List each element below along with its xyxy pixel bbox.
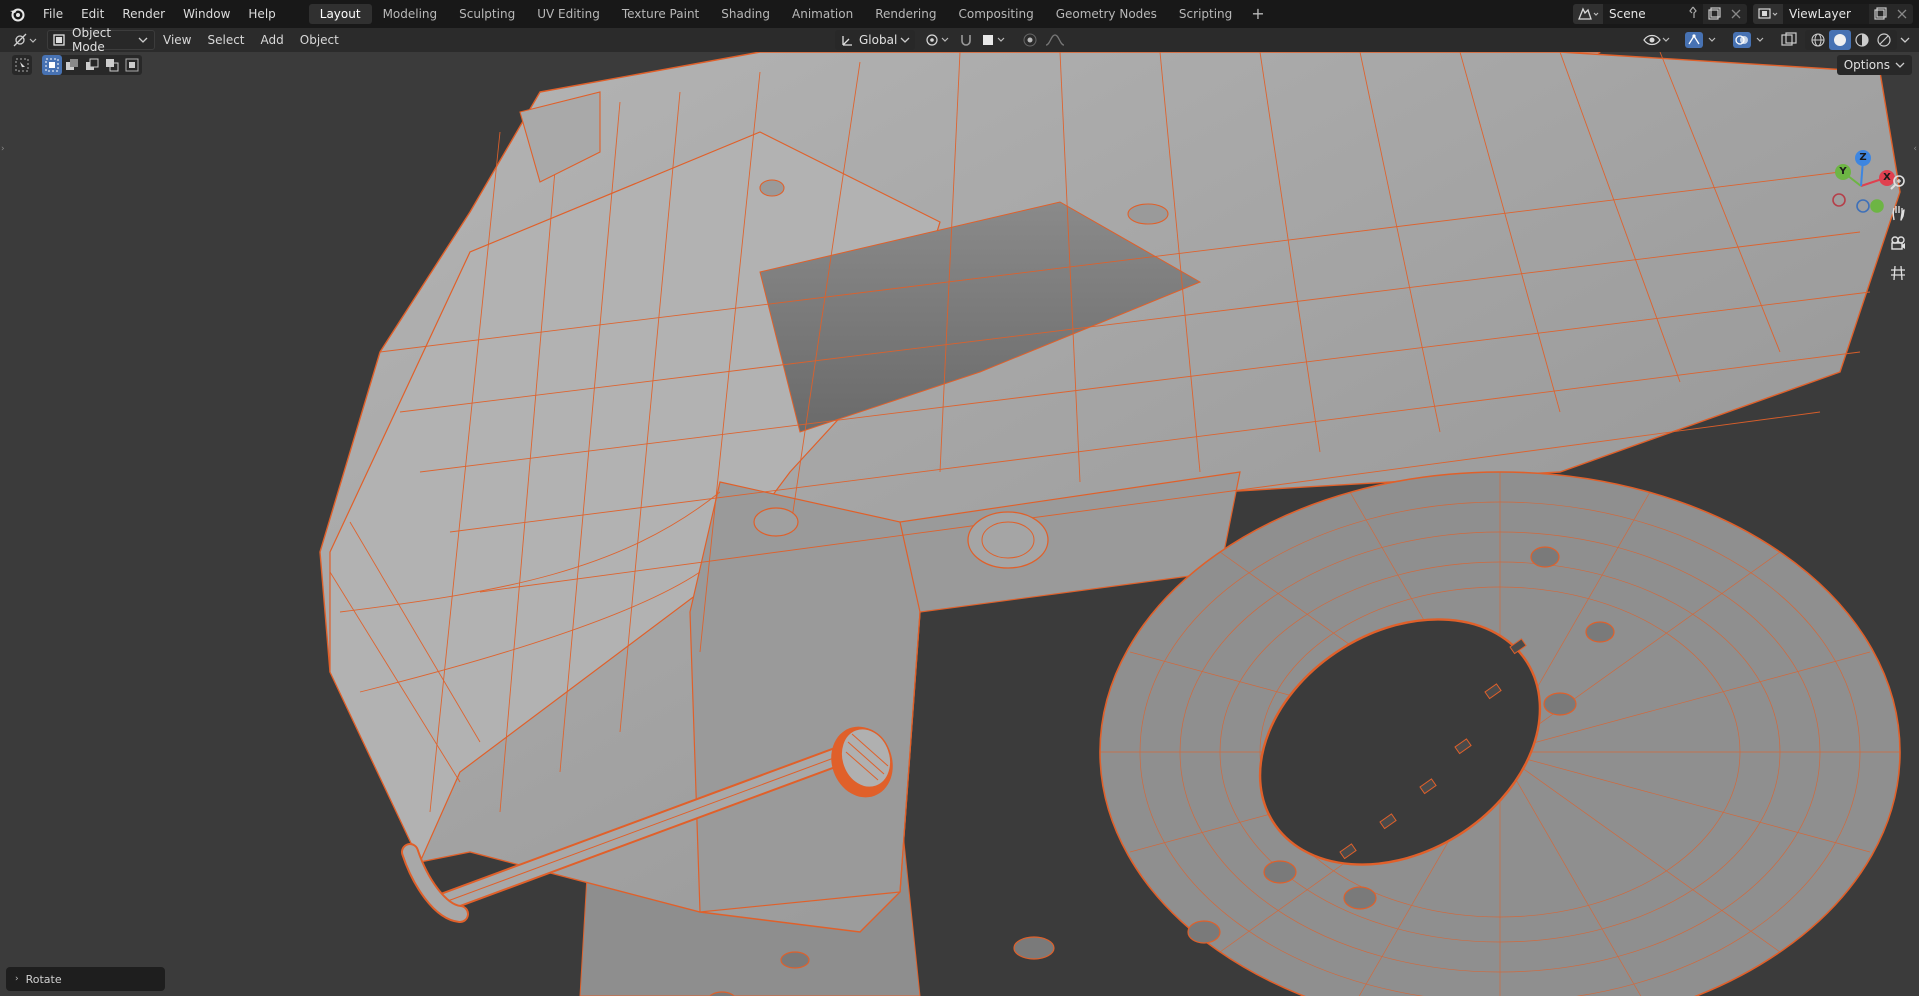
tab-texture-paint[interactable]: Texture Paint	[611, 4, 710, 24]
chevron-down-icon	[900, 37, 910, 43]
blender-logo-icon[interactable]	[8, 5, 26, 23]
menu-window[interactable]: Window	[174, 0, 239, 28]
overlays-toggle-icon[interactable]	[1729, 30, 1771, 50]
material-shading-icon[interactable]	[1851, 30, 1873, 50]
delete-scene-icon[interactable]	[1725, 4, 1747, 24]
menu-object[interactable]: Object	[292, 28, 347, 52]
shading-options-chevron-icon[interactable]	[1897, 30, 1913, 50]
sidebar-expand-icon[interactable]: ‹	[1913, 144, 1917, 154]
select-tool-icon[interactable]	[12, 55, 32, 75]
tab-shading[interactable]: Shading	[710, 4, 781, 24]
chevron-down-icon	[138, 33, 148, 47]
view-layer-name[interactable]: ViewLayer	[1783, 4, 1869, 24]
brake-caliper-mesh[interactable]	[0, 52, 1919, 996]
solid-shading-icon[interactable]	[1829, 30, 1851, 50]
toolbar-expand-icon[interactable]: ›	[1, 144, 5, 154]
workspace-tabs: Layout Modeling Sculpting UV Editing Tex…	[308, 0, 1273, 28]
tab-animation[interactable]: Animation	[781, 4, 864, 24]
tab-scripting[interactable]: Scripting	[1168, 4, 1243, 24]
new-view-layer-icon[interactable]	[1869, 4, 1891, 24]
new-scene-icon[interactable]	[1703, 4, 1725, 24]
select-new-icon[interactable]	[42, 55, 62, 75]
menu-edit[interactable]: Edit	[72, 0, 113, 28]
perspective-toggle-icon[interactable]	[1885, 260, 1911, 286]
add-workspace-button[interactable]: +	[1243, 4, 1272, 24]
snap-toggle-icon[interactable]	[955, 30, 977, 50]
select-extend-icon[interactable]	[62, 55, 82, 75]
select-subtract-icon[interactable]	[82, 55, 102, 75]
menu-file[interactable]: File	[34, 0, 72, 28]
scene-name-field[interactable]: Scene	[1603, 4, 1703, 24]
orientation-dropdown[interactable]: Global	[835, 30, 915, 50]
chevron-right-icon: ›	[15, 974, 19, 984]
options-label: Options	[1843, 58, 1890, 72]
tab-uv-editing[interactable]: UV Editing	[526, 4, 611, 24]
last-operator-panel[interactable]: › Rotate	[6, 967, 165, 991]
gizmo-z-axis-icon[interactable]: Z	[1855, 150, 1871, 166]
rendered-shading-icon[interactable]	[1873, 30, 1895, 50]
tab-geometry-nodes[interactable]: Geometry Nodes	[1045, 4, 1168, 24]
options-dropdown[interactable]: Options	[1836, 55, 1912, 75]
tab-modeling[interactable]: Modeling	[372, 4, 449, 24]
scene-icon[interactable]	[1573, 4, 1603, 24]
shading-mode-group	[1805, 30, 1897, 50]
wireframe-shading-icon[interactable]	[1807, 30, 1829, 50]
orientation-icon	[842, 36, 852, 46]
viewport-display-controls	[1639, 30, 1913, 50]
top-right-controls: Scene ViewLayer	[1573, 0, 1919, 28]
selection-mode-group	[42, 55, 142, 75]
object-mode-icon	[53, 34, 65, 46]
scene-name: Scene	[1609, 7, 1646, 21]
delete-view-layer-icon[interactable]	[1891, 4, 1913, 24]
gizmo-toggle-icon[interactable]	[1681, 30, 1723, 50]
menu-view[interactable]: View	[155, 28, 199, 52]
mode-dropdown[interactable]: Object Mode	[47, 26, 155, 54]
falloff-curve-icon[interactable]	[1041, 30, 1069, 50]
pin-icon[interactable]	[1687, 6, 1699, 26]
visibility-icon[interactable]	[1639, 30, 1675, 50]
tab-rendering[interactable]: Rendering	[864, 4, 947, 24]
zoom-icon[interactable]	[1885, 170, 1911, 196]
menu-render[interactable]: Render	[113, 0, 174, 28]
snap-target-button[interactable]	[977, 30, 1011, 50]
pan-hand-icon[interactable]	[1885, 200, 1911, 226]
tab-compositing[interactable]: Compositing	[947, 4, 1044, 24]
editor-type-button[interactable]	[9, 30, 43, 50]
transform-controls: Global	[835, 30, 1069, 50]
mode-label: Object Mode	[72, 26, 112, 54]
orientation-label: Global	[859, 33, 898, 47]
menu-add[interactable]: Add	[253, 28, 292, 52]
view-layer-icon[interactable]	[1753, 4, 1783, 24]
pivot-point-button[interactable]	[921, 30, 955, 50]
chevron-down-icon	[1895, 62, 1905, 68]
proportional-edit-icon[interactable]	[1019, 30, 1041, 50]
menu-select[interactable]: Select	[199, 28, 252, 52]
tab-layout[interactable]: Layout	[308, 4, 372, 24]
gizmo-y-axis-icon[interactable]: Y	[1835, 164, 1851, 180]
3d-viewport[interactable]: X Y Z › ‹	[0, 52, 1919, 996]
viewport-header: Object Mode View Select Add Object Globa…	[0, 26, 1919, 54]
tool-settings-row	[12, 55, 142, 75]
select-intersect-icon[interactable]	[122, 55, 142, 75]
select-invert-icon[interactable]	[102, 55, 122, 75]
tab-sculpting[interactable]: Sculpting	[448, 4, 526, 24]
camera-view-icon[interactable]	[1885, 230, 1911, 256]
xray-toggle-icon[interactable]	[1777, 30, 1801, 50]
top-bar: File Edit Render Window Help Layout Mode…	[0, 0, 1919, 28]
view-layer-selector: ViewLayer	[1753, 4, 1913, 24]
operator-label: Rotate	[25, 972, 62, 986]
scene-selector: Scene	[1573, 4, 1747, 24]
menu-help[interactable]: Help	[239, 0, 284, 28]
